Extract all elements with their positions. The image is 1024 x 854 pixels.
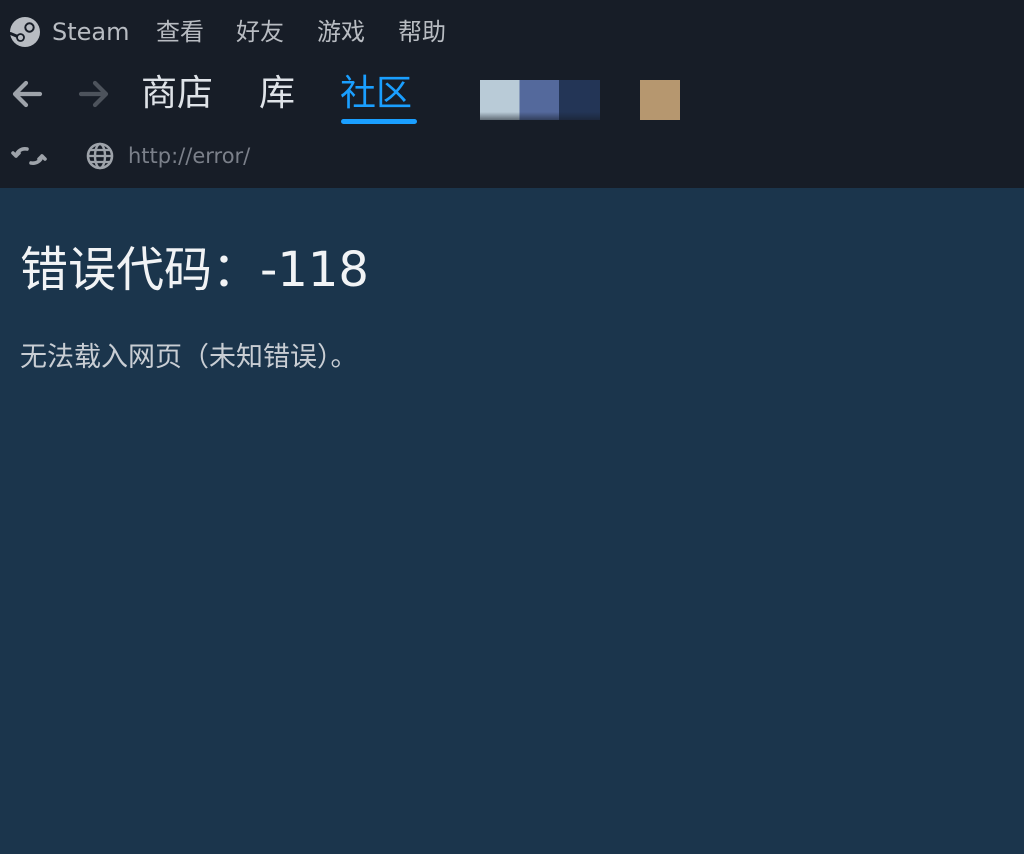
menu-item-games[interactable]: 游戏 — [317, 16, 365, 48]
reload-icon[interactable] — [9, 140, 49, 172]
menu-item-steam[interactable]: Steam — [52, 16, 130, 48]
menu-item-view[interactable]: 查看 — [156, 16, 204, 48]
tab-store[interactable]: 商店 — [141, 70, 213, 120]
error-message: 无法载入网页（未知错误）。 — [20, 342, 358, 373]
avatar-blurred[interactable] — [640, 80, 680, 120]
globe-icon — [86, 142, 114, 170]
menu-item-help[interactable]: 帮助 — [398, 16, 446, 48]
profile-name-blur-fade — [480, 112, 600, 120]
active-tab-indicator — [341, 119, 417, 124]
title-and-navigation-bar: Steam 查看 好友 游戏 帮助 商店 库 社区 http://error/ — [0, 0, 1024, 188]
tab-community[interactable]: 社区 — [340, 70, 412, 120]
steam-logo-icon[interactable] — [9, 16, 41, 48]
error-code-heading: 错误代码：-118 — [20, 242, 369, 298]
menu-bar: Steam 查看 好友 游戏 帮助 — [0, 0, 1024, 62]
tab-library[interactable]: 库 — [259, 70, 295, 120]
menu-item-friends[interactable]: 好友 — [236, 16, 284, 48]
address-bar-url[interactable]: http://error/ — [128, 140, 250, 172]
steam-client-window: Steam 查看 好友 游戏 帮助 商店 库 社区 http://error/ — [0, 0, 1024, 854]
arrow-left-icon[interactable] — [9, 76, 45, 112]
arrow-right-icon[interactable] — [76, 76, 112, 112]
